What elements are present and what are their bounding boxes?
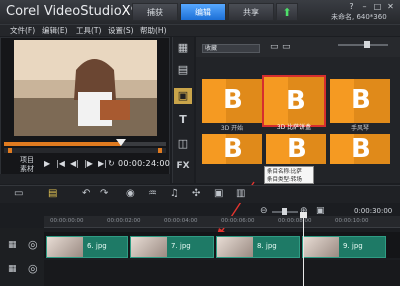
- project-info: 未命名, 640*360: [331, 13, 387, 21]
- mark-out-marker[interactable]: [158, 148, 162, 153]
- transition-thumb[interactable]: B: [330, 79, 390, 123]
- overlay-track[interactable]: [44, 260, 400, 286]
- thumb-caption: 手风琴: [350, 125, 369, 132]
- zoom-handle[interactable]: [282, 208, 287, 215]
- motion-icon[interactable]: ✣: [192, 188, 200, 200]
- thumb-size-handle[interactable]: [364, 41, 370, 48]
- ruler-label: 00:00:04:00: [164, 218, 198, 224]
- transition-thumb-selected[interactable]: B: [262, 75, 326, 127]
- clip-label: 9. jpg: [343, 242, 363, 250]
- subtitle-icon[interactable]: ▣: [214, 188, 223, 200]
- repeat-icon[interactable]: ↻: [108, 159, 115, 168]
- redo-icon[interactable]: ↷: [100, 188, 108, 200]
- ruler-label: 00:00:02:00: [107, 218, 141, 224]
- menu-edit[interactable]: 编辑(E): [42, 25, 68, 36]
- next-frame-icon[interactable]: |▶: [84, 159, 93, 168]
- scrub-handle[interactable]: [115, 139, 126, 146]
- home-icon[interactable]: |◀: [56, 159, 65, 168]
- menu-help[interactable]: 帮助(H): [140, 25, 167, 36]
- trim-bar: [4, 148, 166, 153]
- auto-music-icon[interactable]: ♫: [170, 188, 179, 200]
- tab-capture[interactable]: 捕获: [132, 3, 178, 21]
- transition-thumb[interactable]: B: [330, 134, 390, 164]
- thumb-caption: 3D 比萨饼盒: [276, 124, 312, 131]
- overlay-track-toggle-icon[interactable]: ▦: [8, 264, 17, 274]
- track-lock-icon[interactable]: ▦: [8, 240, 17, 250]
- storyboard-view-icon[interactable]: ▭: [14, 188, 23, 200]
- minimize-button[interactable]: –: [360, 2, 369, 11]
- timeline-clip[interactable]: 9. jpg: [302, 236, 386, 258]
- track-header: [0, 228, 44, 286]
- clip-label: 6. jpg: [87, 242, 107, 250]
- item-tooltip: 条目名称:比萨 条目类型:转场: [264, 166, 314, 184]
- timeline-duration: 0:00:30:00: [354, 207, 393, 215]
- app-title-text: Corel VideoStudio: [6, 4, 122, 19]
- film-icon[interactable]: ▦: [174, 40, 192, 56]
- tooltip-name: 条目名称:比萨: [267, 169, 302, 175]
- audio-mixer-icon[interactable]: ♒: [148, 188, 157, 200]
- play-icon[interactable]: ▶: [44, 159, 50, 168]
- menu-file[interactable]: 文件(F): [10, 25, 35, 36]
- transition-icon[interactable]: ▣: [174, 88, 192, 104]
- playhead[interactable]: [303, 216, 304, 286]
- timeline-clip[interactable]: 7. jpg: [130, 236, 214, 258]
- help-icon[interactable]: ?: [347, 2, 356, 11]
- end-icon[interactable]: ▶|: [98, 159, 107, 168]
- prev-frame-icon[interactable]: ◀|: [70, 159, 79, 168]
- ruler-label: 00:00:10:00: [335, 218, 369, 224]
- clip-label: 7. jpg: [171, 242, 191, 250]
- clip-mode-label[interactable]: 素材: [20, 164, 34, 174]
- transition-thumb[interactable]: B: [202, 134, 262, 164]
- overlay-track-icon[interactable]: ◎: [28, 262, 38, 275]
- view-icon[interactable]: ▭: [282, 42, 291, 52]
- mark-in-marker[interactable]: [8, 148, 12, 153]
- graphics-icon[interactable]: ◫: [174, 136, 192, 152]
- multi-cam-icon[interactable]: ▥: [236, 188, 245, 200]
- folder-select[interactable]: 收藏: [202, 44, 260, 53]
- transition-thumb[interactable]: B: [266, 134, 326, 164]
- menu-settings[interactable]: 设置(S): [108, 25, 134, 36]
- preview-image: [14, 40, 157, 136]
- tab-share[interactable]: 共享: [228, 3, 274, 21]
- timeline-clip[interactable]: 8. jpg: [216, 236, 300, 258]
- upload-icon[interactable]: ⬆: [276, 3, 298, 21]
- app-title: Corel VideoStudioX9: [6, 4, 139, 19]
- video-track-icon[interactable]: ◎: [28, 238, 38, 251]
- preview-tools-bar: [0, 174, 170, 184]
- title-icon[interactable]: T: [174, 112, 192, 128]
- thumb-size-slider[interactable]: [338, 44, 388, 46]
- undo-icon[interactable]: ↶: [82, 188, 90, 200]
- preview-timecode[interactable]: 00:00:24:00: [118, 159, 170, 168]
- add-folder-icon[interactable]: ▭: [270, 42, 279, 52]
- ruler-label: 00:00:06:00: [221, 218, 255, 224]
- timeline-view-icon[interactable]: ▤: [48, 188, 57, 200]
- timeline-clip[interactable]: 6. jpg: [46, 236, 128, 258]
- tab-edit[interactable]: 编辑: [180, 3, 226, 21]
- instant-project-icon[interactable]: ▤: [174, 62, 192, 78]
- scrub-progress: [4, 142, 121, 146]
- record-icon[interactable]: ◉: [126, 188, 135, 200]
- close-button[interactable]: ✕: [386, 2, 395, 11]
- maximize-button[interactable]: □: [373, 2, 382, 11]
- tooltip-type: 条目类型:转场: [267, 177, 302, 183]
- ruler-label: 00:00:00:00: [50, 218, 84, 224]
- thumb-caption: 3D 开始: [220, 125, 244, 132]
- ruler-label: 00:00:08:00: [278, 218, 312, 224]
- transition-thumb[interactable]: B: [202, 79, 262, 123]
- menu-tools[interactable]: 工具(T): [76, 25, 101, 36]
- fx-icon[interactable]: FX: [174, 158, 192, 174]
- clip-label: 8. jpg: [257, 242, 277, 250]
